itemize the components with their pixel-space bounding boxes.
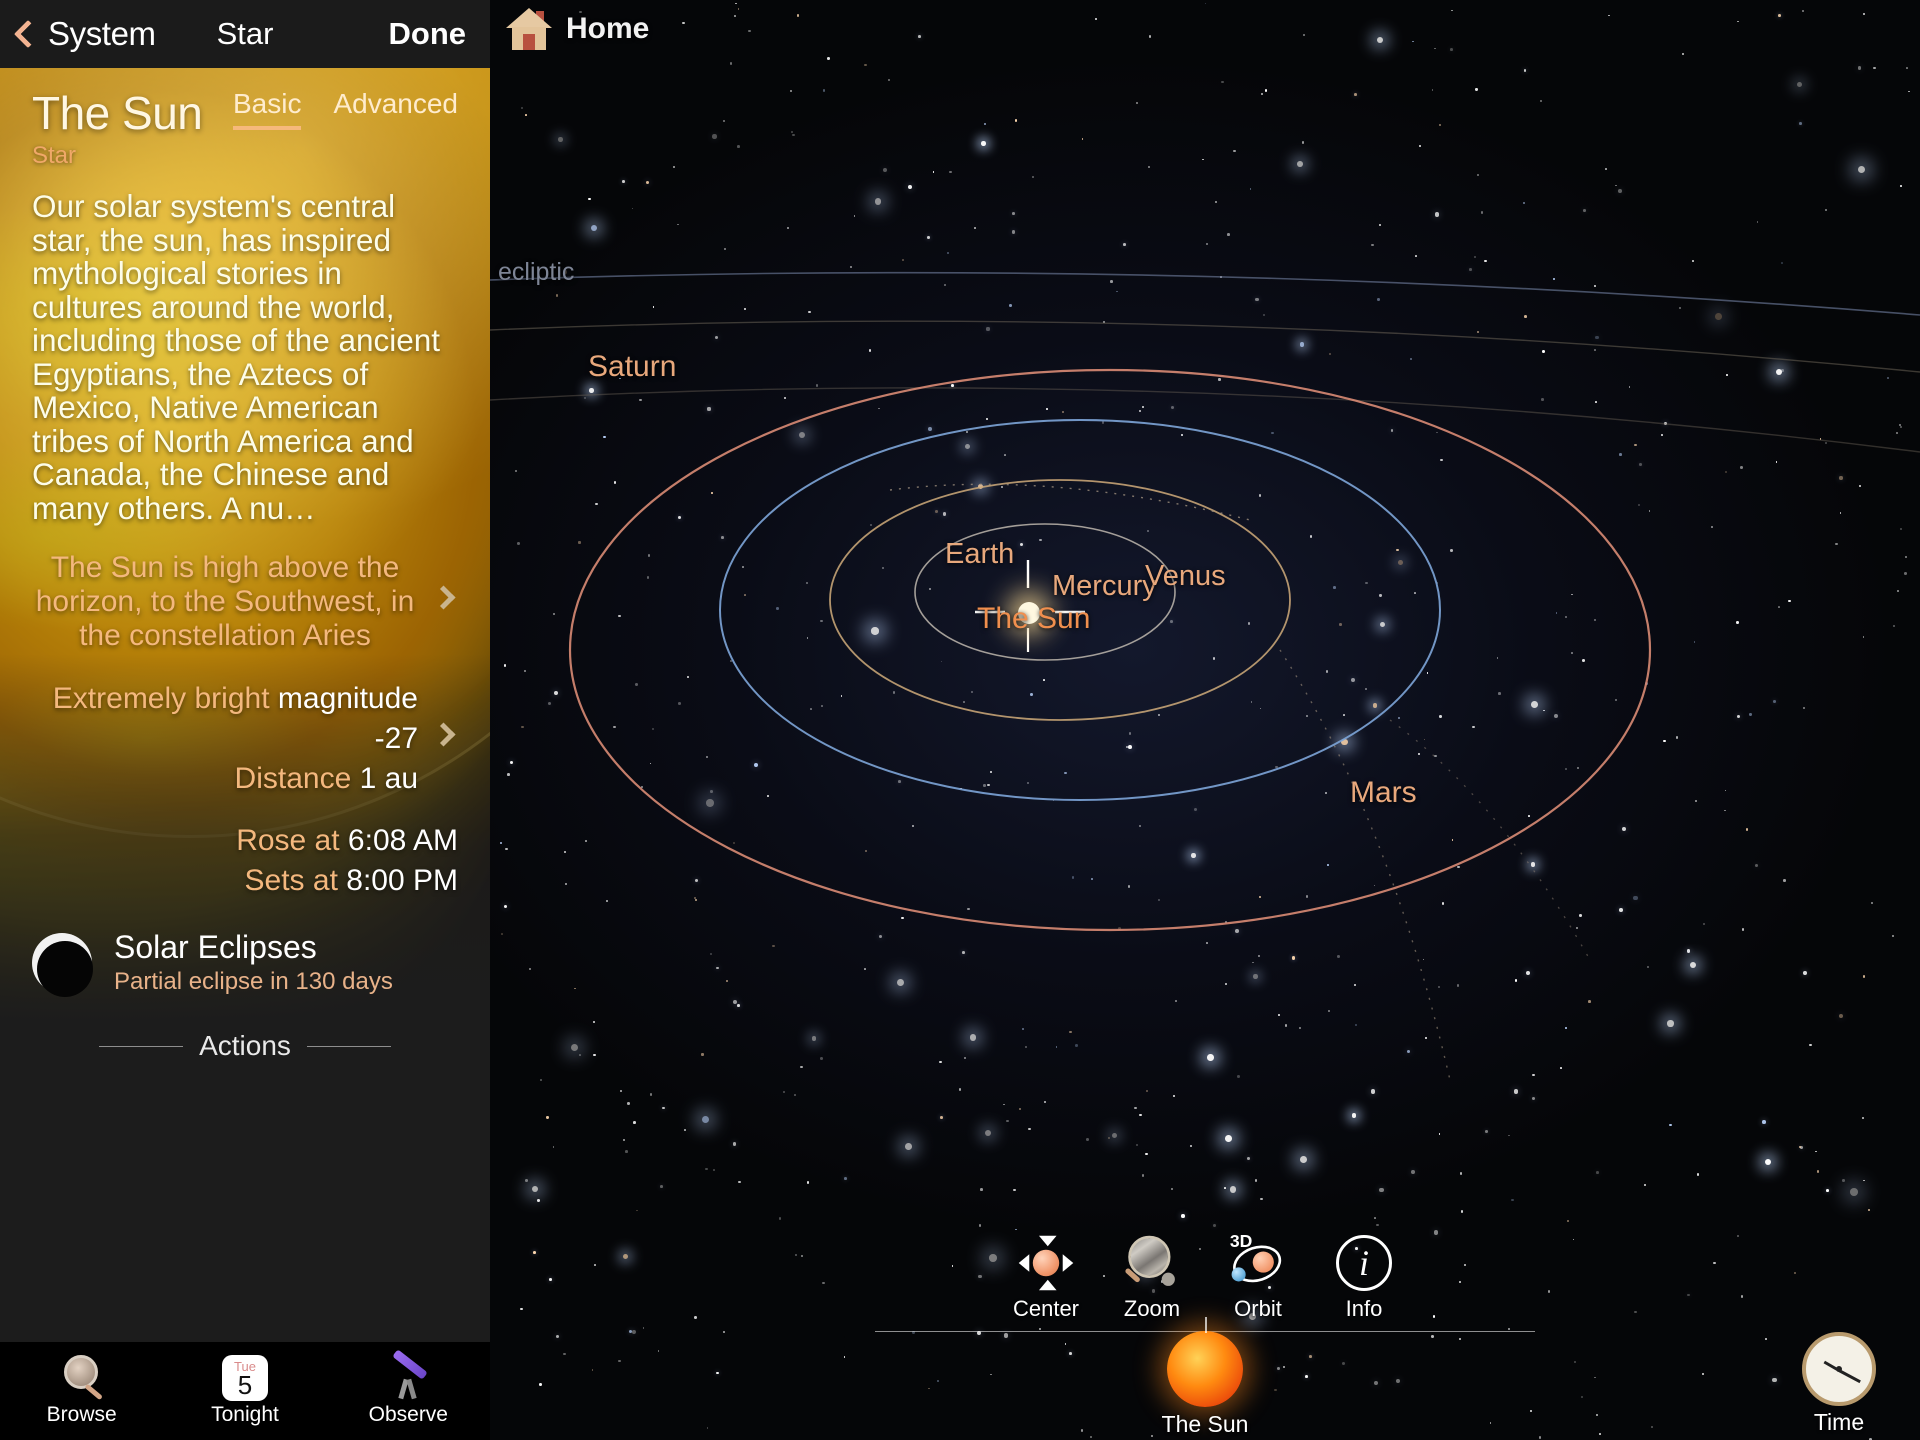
clock-icon — [1802, 1332, 1876, 1406]
navigation-bar: System Star Done — [0, 0, 490, 68]
object-info-panel: System Star Done The Sun Basic Advanced … — [0, 0, 490, 1440]
sky-label-the-sun[interactable]: The Sun — [977, 602, 1090, 636]
tab-basic[interactable]: Basic — [232, 88, 302, 130]
sky-button-center[interactable]: Center — [1005, 1232, 1087, 1322]
sky-button-label: Orbit — [1234, 1296, 1282, 1321]
distance-label: Distance — [234, 762, 352, 795]
selected-object-chip[interactable]: The Sun — [1130, 1317, 1280, 1438]
tab-browse[interactable]: Browse — [0, 1342, 163, 1440]
action-fly-into-orbit[interactable]: 3D Fly into orbit — [312, 1082, 446, 1084]
magnitude-value: magnitude -27 — [277, 682, 418, 755]
sky-button-label: Info — [1345, 1296, 1383, 1321]
back-button[interactable]: System — [0, 15, 156, 53]
sky-button-zoom[interactable]: Zoom — [1111, 1232, 1193, 1322]
magnifier-icon — [58, 1355, 106, 1401]
set-line: Sets at 8:00 PM — [32, 861, 458, 901]
divider-left — [99, 1045, 184, 1047]
chevron-left-icon — [13, 19, 43, 49]
tab-label: Browse — [46, 1403, 117, 1426]
sets-label: Sets at — [244, 864, 338, 897]
distance-value: 1 au — [359, 762, 418, 795]
object-hero-section: The Sun Basic Advanced Star Our solar sy… — [0, 68, 490, 1084]
sky-view[interactable]: Home ecliptic Saturn Earth Mercury Venus… — [490, 0, 1920, 1440]
sky-button-info[interactable]: i Info — [1323, 1232, 1405, 1322]
orbit-diagram — [490, 271, 1920, 1081]
tab-label: Observe — [368, 1403, 448, 1426]
chevron-right-icon — [431, 585, 456, 610]
rise-set-group: Rose at 6:08 AM Sets at 8:00 PM — [32, 821, 458, 901]
back-button-label: System — [48, 15, 156, 52]
chevron-right-icon — [431, 722, 456, 747]
home-button[interactable]: Home — [506, 8, 649, 50]
done-button[interactable]: Done — [389, 16, 491, 52]
sun-thumbnail-icon — [1167, 1331, 1243, 1407]
rose-value: 6:08 AM — [347, 824, 458, 857]
action-center-on-screen[interactable]: Center on screen — [44, 1082, 178, 1084]
sky-label-mars[interactable]: Mars — [1350, 776, 1417, 810]
tab-advanced[interactable]: Advanced — [333, 88, 458, 130]
calendar-icon: Tue 5 — [221, 1355, 268, 1401]
zoom-icon — [1111, 1232, 1193, 1294]
brightness-label: Extremely bright — [52, 682, 270, 715]
sky-label-mercury[interactable]: Mercury — [1052, 570, 1157, 603]
sky-button-orbit[interactable]: 3D Orbit — [1217, 1232, 1299, 1322]
rise-line: Rose at 6:08 AM — [32, 821, 458, 861]
tab-label: Tonight — [211, 1403, 279, 1426]
orbit-3d-icon: 3D — [1217, 1232, 1299, 1294]
time-button-label: Time — [1813, 1409, 1865, 1435]
info-icon: i — [1323, 1232, 1405, 1294]
sky-label-venus[interactable]: Venus — [1145, 560, 1226, 593]
object-description[interactable]: Our solar system's central star, the sun… — [32, 189, 458, 525]
sets-value: 8:00 PM — [346, 864, 458, 897]
center-on-screen-icon — [44, 1082, 178, 1084]
fly-into-orbit-icon: 3D — [312, 1082, 446, 1084]
calendar-date: 5 — [237, 1370, 253, 1400]
actions-row-1: Center on screen Zoom in 3D Fly into orb… — [32, 1082, 458, 1084]
object-type: Star — [32, 142, 77, 169]
eclipse-title: Solar Eclipses — [114, 929, 317, 965]
eclipse-subtitle: Partial eclipse in 130 days — [114, 968, 393, 995]
sky-label-earth[interactable]: Earth — [945, 538, 1014, 571]
object-name: The Sun — [32, 87, 203, 139]
app-root: System Star Done The Sun Basic Advanced … — [0, 0, 1920, 1440]
time-button[interactable]: Time — [1784, 1332, 1894, 1436]
bottom-tab-bar: Browse Tue 5 Tonight Observe — [0, 1342, 490, 1440]
selected-object-label: The Sun — [1161, 1411, 1249, 1437]
object-title-row: The Sun Basic Advanced — [32, 68, 458, 140]
sky-toolbar: Center Zoom 3D Orbit i Info — [1005, 1232, 1405, 1322]
tab-tonight[interactable]: Tue 5 Tonight — [163, 1342, 326, 1440]
actions-header-label: Actions — [199, 1030, 291, 1061]
rose-label: Rose at — [236, 824, 340, 857]
tab-observe[interactable]: Observe — [327, 1342, 490, 1440]
detail-level-segmented-control: Basic Advanced — [232, 88, 458, 140]
eclipse-icon — [32, 932, 93, 997]
center-icon — [1005, 1232, 1087, 1294]
sky-label-ecliptic: ecliptic — [498, 258, 575, 286]
home-button-label: Home — [566, 12, 650, 45]
magnitude-line: Extremely bright magnitude -27 — [32, 679, 418, 759]
zoom-in-icon — [178, 1082, 312, 1084]
telescope-icon — [385, 1349, 431, 1401]
action-zoom-in[interactable]: Zoom in — [178, 1082, 312, 1084]
position-text: The Sun is high above the horizon, to th… — [35, 551, 415, 652]
sky-button-label: Zoom — [1123, 1296, 1181, 1321]
sky-button-label: Center — [1012, 1296, 1080, 1321]
position-row[interactable]: The Sun is high above the horizon, to th… — [32, 551, 458, 653]
divider-right — [306, 1045, 391, 1047]
actions-header: Actions — [32, 1030, 458, 1062]
magnitude-distance-row[interactable]: Extremely bright magnitude -27 Distance … — [32, 679, 458, 799]
solar-eclipses-row[interactable]: Solar Eclipses Partial eclipse in 130 da… — [32, 929, 458, 997]
distance-line: Distance 1 au — [32, 759, 418, 799]
home-icon — [506, 8, 552, 50]
sky-label-saturn[interactable]: Saturn — [588, 350, 676, 384]
